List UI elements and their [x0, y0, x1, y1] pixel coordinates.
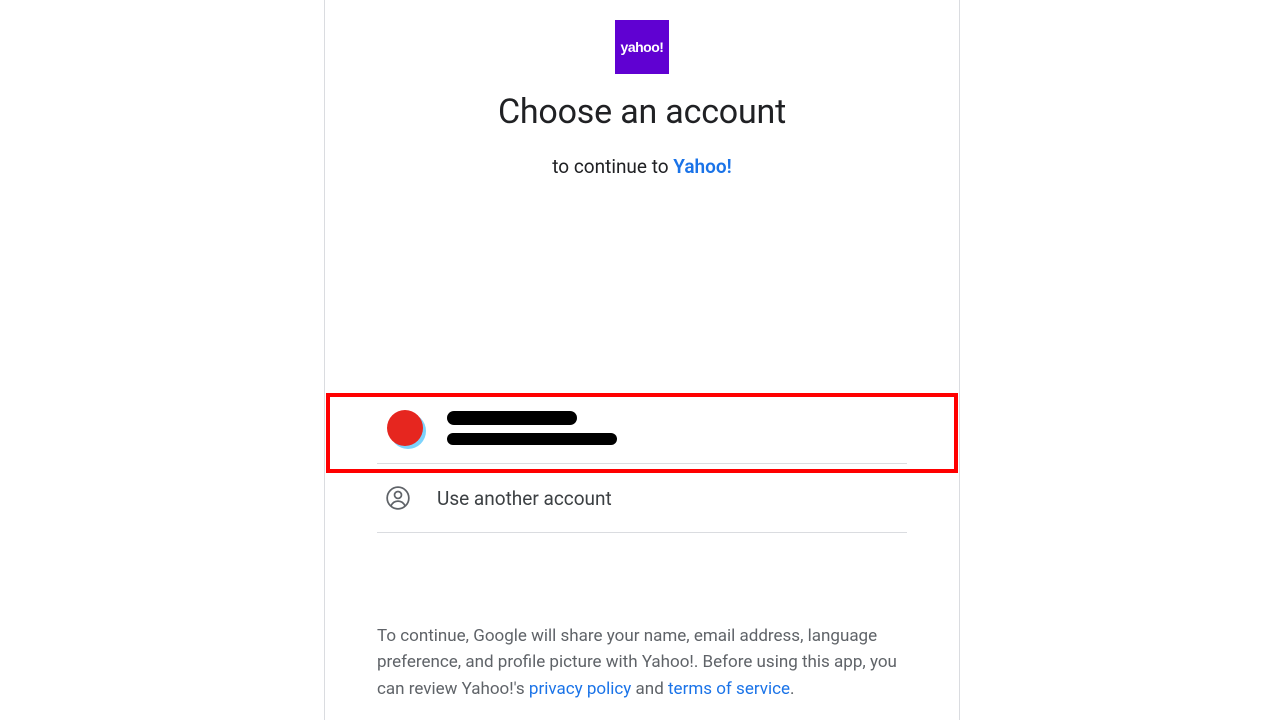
- page-title: Choose an account: [325, 92, 959, 132]
- page-subtitle: to continue to Yahoo!: [325, 155, 959, 178]
- subtitle-prefix: to continue to: [552, 155, 673, 178]
- account-list: Use another account: [377, 393, 907, 533]
- account-display-name: [447, 411, 577, 425]
- sharing-disclosure: To continue, Google will share your name…: [377, 623, 907, 702]
- divider: [377, 532, 907, 533]
- account-row[interactable]: [377, 393, 907, 463]
- person-icon: [385, 485, 411, 511]
- use-another-account-label: Use another account: [437, 487, 612, 510]
- yahoo-logo-icon: yahoo: [615, 20, 669, 74]
- use-another-account[interactable]: Use another account: [377, 464, 907, 532]
- account-email: [447, 433, 617, 445]
- privacy-policy-link[interactable]: privacy policy: [529, 679, 631, 699]
- yahoo-logo-text: yahoo: [621, 39, 664, 55]
- disclosure-suffix: .: [790, 679, 794, 699]
- account-identity: [447, 411, 617, 445]
- disclosure-between: and: [631, 679, 668, 699]
- account-chooser-card: yahoo Choose an account to continue to Y…: [324, 0, 960, 720]
- continue-to-link[interactable]: Yahoo!: [673, 155, 731, 178]
- avatar: [387, 410, 423, 446]
- terms-of-service-link[interactable]: terms of service: [668, 679, 790, 699]
